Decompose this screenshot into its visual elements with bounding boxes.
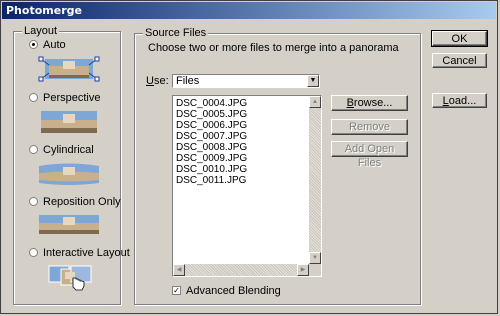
use-select[interactable]: Files ▼ bbox=[172, 74, 320, 88]
add-open-files-button[interactable]: Add Open Files bbox=[331, 141, 408, 169]
title-bar[interactable]: Photomerge bbox=[2, 2, 496, 19]
chevron-down-icon[interactable]: ▼ bbox=[307, 75, 319, 87]
scrollbar-corner bbox=[309, 264, 321, 276]
radio-icon[interactable] bbox=[29, 248, 38, 257]
option-label: Auto bbox=[43, 39, 66, 51]
reposition-thumbnail bbox=[39, 215, 99, 234]
list-item[interactable]: DSC_0006.JPG bbox=[176, 121, 247, 131]
photomerge-dialog: Photomerge Layout Auto Perspective Cylin… bbox=[0, 0, 498, 314]
browse-button[interactable]: Browse... bbox=[331, 95, 408, 111]
list-item[interactable]: DSC_0005.JPG bbox=[176, 110, 247, 120]
interactive-thumbnail bbox=[48, 265, 92, 291]
source-instruction: Choose two or more files to merge into a… bbox=[148, 42, 399, 54]
use-select-value: Files bbox=[176, 75, 200, 87]
scroll-right-icon[interactable]: ▶ bbox=[297, 264, 309, 276]
horizontal-scrollbar[interactable]: ◀ ▶ bbox=[173, 264, 309, 276]
scroll-down-icon[interactable]: ▼ bbox=[309, 252, 321, 264]
option-label: Cylindrical bbox=[43, 144, 94, 156]
advanced-blending-label: Advanced Blending bbox=[186, 285, 281, 297]
list-item[interactable]: DSC_0004.JPG bbox=[176, 99, 247, 109]
cancel-button[interactable]: Cancel bbox=[432, 53, 487, 68]
option-label: Interactive Layout bbox=[43, 247, 130, 259]
load-button[interactable]: Load... bbox=[432, 93, 487, 108]
remove-button[interactable]: Remove bbox=[331, 119, 408, 135]
advanced-blending-checkbox[interactable]: ✓ bbox=[172, 286, 181, 295]
layout-legend: Layout bbox=[22, 25, 60, 37]
vertical-scrollbar[interactable]: ▲ ▼ bbox=[309, 96, 321, 264]
list-item[interactable]: DSC_0011.JPG bbox=[176, 176, 246, 186]
auto-thumbnail bbox=[37, 56, 101, 82]
radio-icon[interactable] bbox=[29, 93, 38, 102]
file-list[interactable]: DSC_0004.JPG DSC_0005.JPG DSC_0006.JPG D… bbox=[172, 95, 322, 277]
option-label: Reposition Only bbox=[43, 196, 121, 208]
list-item[interactable]: DSC_0010.JPG bbox=[176, 165, 247, 175]
scroll-left-icon[interactable]: ◀ bbox=[173, 264, 185, 276]
radio-icon[interactable] bbox=[29, 145, 38, 154]
scroll-up-icon[interactable]: ▲ bbox=[309, 96, 321, 108]
radio-icon[interactable] bbox=[29, 40, 38, 49]
option-label: Perspective bbox=[43, 92, 101, 104]
perspective-thumbnail bbox=[41, 111, 97, 133]
list-item[interactable]: DSC_0008.JPG bbox=[176, 143, 247, 153]
list-item[interactable]: DSC_0009.JPG bbox=[176, 154, 247, 164]
use-label: Use: bbox=[146, 75, 169, 87]
cylindrical-thumbnail bbox=[39, 163, 99, 185]
checkmark-icon: ✓ bbox=[173, 286, 180, 295]
window-title: Photomerge bbox=[6, 4, 82, 17]
radio-icon[interactable] bbox=[29, 197, 38, 206]
source-files-legend: Source Files bbox=[143, 27, 209, 39]
list-item[interactable]: DSC_0007.JPG bbox=[176, 132, 247, 142]
ok-button[interactable]: OK bbox=[431, 30, 488, 47]
